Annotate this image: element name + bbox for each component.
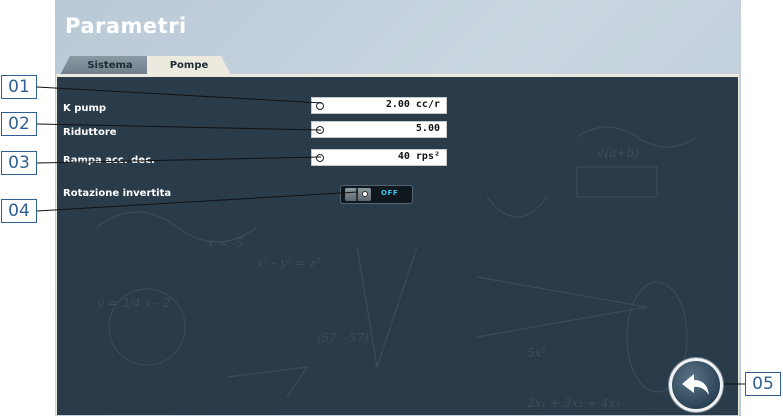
callout-03: 03 bbox=[1, 151, 37, 175]
page-title: Parametri bbox=[65, 14, 187, 38]
riduttore-label: Riduttore bbox=[63, 127, 117, 138]
rampa-label: Rampa acc. dec. bbox=[63, 155, 155, 166]
riduttore-value: 5.00 bbox=[415, 123, 440, 134]
svg-text:(57, -57): (57, -57) bbox=[317, 331, 369, 345]
svg-text:2x₁ + 3x₂ + 4x₃: 2x₁ + 3x₂ + 4x₃ bbox=[526, 396, 620, 410]
rampa-field[interactable]: 40 rps² bbox=[311, 149, 447, 166]
toggle-state: OFF bbox=[381, 189, 399, 197]
callout-04: 04 bbox=[1, 199, 37, 223]
riduttore-field[interactable]: 5.00 bbox=[311, 121, 447, 138]
svg-text:x = -5: x = -5 bbox=[207, 236, 243, 250]
back-button[interactable] bbox=[669, 358, 723, 412]
parameters-screen: Parametri Sistema Pompe x² - y² = z² 5x²… bbox=[55, 0, 741, 416]
svg-text:x² - y² = z²: x² - y² = z² bbox=[257, 256, 321, 270]
pompe-panel: x² - y² = z² 5x² 2x₁ + 3x₂ + 4x₃ y = 3/4… bbox=[56, 74, 739, 415]
tab-pompe-label: Pompe bbox=[169, 60, 209, 71]
toggle-knob bbox=[345, 188, 371, 201]
callout-02: 02 bbox=[1, 112, 37, 136]
tab-sistema[interactable]: Sistema bbox=[60, 56, 152, 75]
svg-text:√(a+b): √(a+b) bbox=[597, 146, 639, 160]
circle-indicator-icon bbox=[316, 102, 324, 110]
circle-indicator-icon bbox=[316, 126, 324, 134]
rampa-value: 40 rps² bbox=[397, 151, 440, 162]
callout-05: 05 bbox=[745, 372, 781, 396]
rotazione-label: Rotazione invertita bbox=[63, 188, 172, 199]
tab-sistema-label: Sistema bbox=[87, 60, 133, 71]
rotazione-toggle[interactable]: OFF bbox=[340, 185, 413, 204]
tab-pompe[interactable]: Pompe bbox=[147, 56, 231, 75]
callout-01: 01 bbox=[1, 75, 37, 99]
k-pump-value: 2.00 cc/r bbox=[385, 99, 440, 110]
k-pump-label: K pump bbox=[63, 103, 107, 114]
svg-text:y = 3/4 x - 2: y = 3/4 x - 2 bbox=[96, 296, 171, 310]
k-pump-field[interactable]: 2.00 cc/r bbox=[311, 97, 447, 114]
toggle-divider bbox=[356, 188, 358, 201]
svg-text:5x²: 5x² bbox=[527, 346, 546, 360]
back-arrow-icon bbox=[682, 374, 709, 395]
circle-indicator-icon bbox=[316, 154, 324, 162]
toggle-grip-icon bbox=[362, 191, 368, 197]
